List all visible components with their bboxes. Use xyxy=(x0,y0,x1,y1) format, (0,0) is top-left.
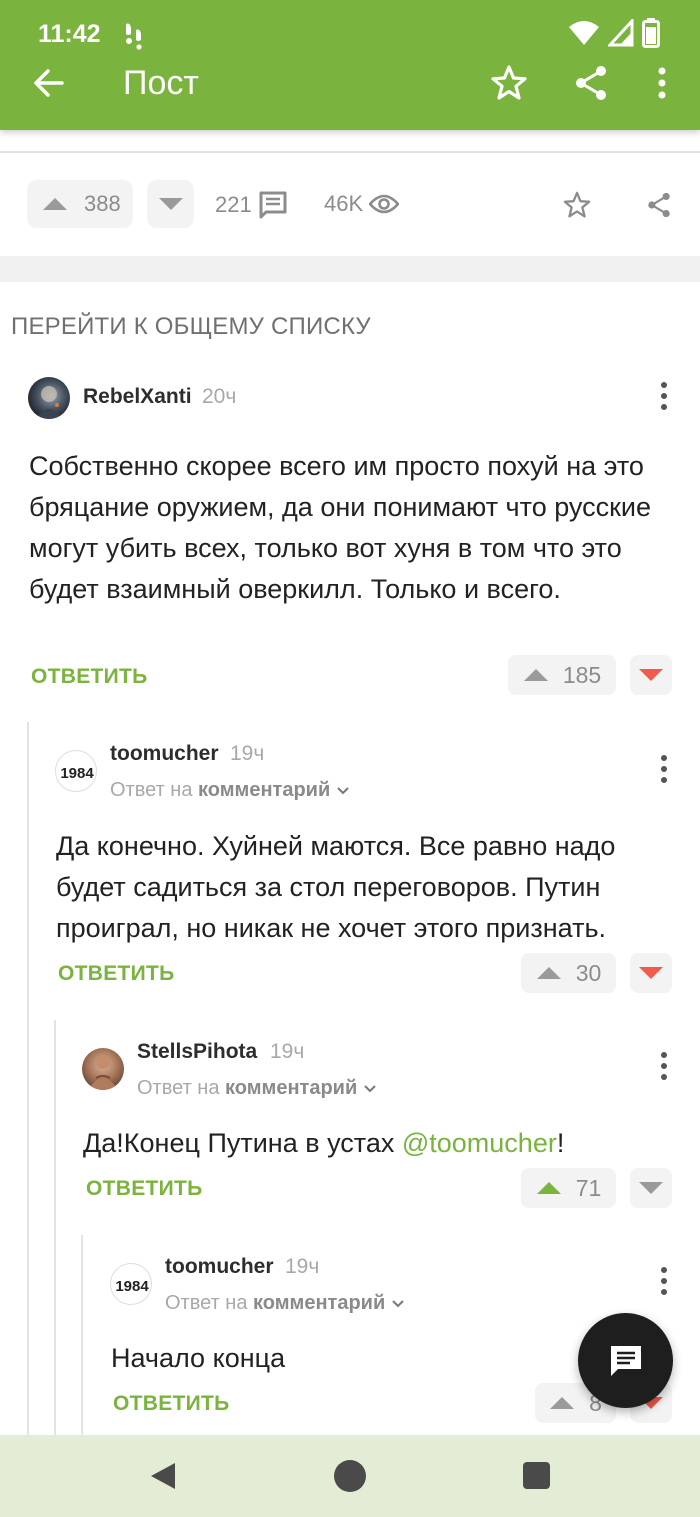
comment-username[interactable]: RebelXanti xyxy=(83,385,192,409)
comment-username[interactable]: toomucher xyxy=(165,1255,274,1279)
downvote-arrow-icon xyxy=(639,1182,663,1194)
comment-vote-count: 185 xyxy=(562,661,602,688)
chevron-down-icon xyxy=(364,1085,376,1093)
comment-downvote-button[interactable] xyxy=(630,655,672,695)
downvote-arrow-icon xyxy=(639,967,663,979)
reply-button[interactable]: ОТВЕТИТЬ xyxy=(58,962,175,986)
reply-to-prefix: Ответ на xyxy=(137,1077,220,1099)
post-downvote-button[interactable] xyxy=(147,180,194,228)
comment-more-icon[interactable] xyxy=(654,380,674,412)
comment-upvote-button[interactable]: 185 xyxy=(508,655,616,695)
reply-to-target: комментарий xyxy=(198,779,331,801)
views-number: 46K xyxy=(324,191,364,216)
nav-recents-icon[interactable] xyxy=(523,1462,550,1489)
reply-button[interactable]: ОТВЕТИТЬ xyxy=(113,1392,230,1416)
reply-to-link[interactable]: Ответ на комментарий xyxy=(137,1077,377,1100)
downvote-arrow-icon xyxy=(158,198,183,210)
comment-time: 19ч xyxy=(270,1040,305,1063)
favorite-star-icon[interactable] xyxy=(561,189,593,221)
reply-to-link[interactable]: Ответ на комментарий xyxy=(110,779,350,802)
share-icon[interactable] xyxy=(570,62,612,104)
status-time: 11:42 xyxy=(38,20,101,48)
top-app-bar: 11:42 Пост xyxy=(0,0,700,130)
comment-vote-count: 30 xyxy=(575,959,602,986)
thread-line xyxy=(27,722,29,1435)
page-title: Пост xyxy=(123,64,199,102)
nav-home-icon[interactable] xyxy=(334,1460,366,1492)
comments-count-button[interactable]: 221 xyxy=(215,191,288,219)
comment-text: Да конечно. Хуйней маются. Все равно над… xyxy=(56,831,616,943)
avatar[interactable]: 1984 xyxy=(110,1263,152,1305)
comment-time: 20ч xyxy=(202,385,237,408)
comment-more-icon[interactable] xyxy=(654,1265,674,1297)
comment-username[interactable]: StellsPihota xyxy=(137,1040,257,1064)
comment-text: Да!Конец Путина в устах @toomucher! xyxy=(83,1123,683,1164)
comment-time: 19ч xyxy=(230,742,265,765)
avatar-image xyxy=(36,386,62,419)
comment-username[interactable]: toomucher xyxy=(110,742,219,766)
post-share-icon[interactable] xyxy=(644,189,674,221)
chevron-down-icon xyxy=(337,787,349,795)
upvote-arrow-icon xyxy=(536,1182,561,1194)
star-icon[interactable] xyxy=(488,62,530,104)
reply-to-target: комментарий xyxy=(225,1077,358,1099)
system-nav-bar xyxy=(0,1435,700,1517)
upvote-arrow-icon xyxy=(536,967,561,979)
avatar-1984-text: 1984 xyxy=(60,765,94,782)
nav-back-icon[interactable] xyxy=(148,1461,178,1491)
back-arrow-icon[interactable] xyxy=(28,62,70,104)
post-stats-bar: 388 221 46K xyxy=(0,153,700,256)
goto-all-comments-link[interactable]: ПЕРЕЙТИ К ОБЩЕМУ СПИСКУ xyxy=(11,313,371,341)
reply-to-link[interactable]: Ответ на комментарий xyxy=(165,1292,405,1315)
notification-icon xyxy=(126,23,142,50)
battery-icon xyxy=(642,18,660,48)
comment-text: Собственно скорее всего им просто похуй … xyxy=(29,451,652,604)
comment-downvote-button[interactable] xyxy=(630,953,672,993)
upvote-arrow-icon xyxy=(523,669,548,681)
upvote-arrow-icon xyxy=(550,1397,575,1409)
views-count: 46K xyxy=(324,191,400,217)
more-vert-icon[interactable] xyxy=(648,62,676,104)
post-upvote-count: 388 xyxy=(84,191,121,216)
comment-text-before: Да!Конец Путина в устах xyxy=(83,1128,402,1158)
downvote-arrow-icon xyxy=(639,669,663,681)
comment-vote-count: 71 xyxy=(575,1174,602,1201)
avatar-image: 1984 xyxy=(60,765,94,782)
thread-line xyxy=(81,1235,83,1435)
eye-icon xyxy=(369,194,400,214)
signal-icon xyxy=(608,19,634,47)
upvote-arrow-icon xyxy=(43,198,67,210)
chevron-down-icon xyxy=(392,1300,404,1308)
comment-downvote-button[interactable] xyxy=(630,1168,672,1208)
comments-count: 221 xyxy=(215,192,252,217)
comment-text: Начало конца xyxy=(111,1343,286,1373)
avatar[interactable] xyxy=(28,377,70,419)
wifi-icon xyxy=(569,21,599,45)
section-separator xyxy=(0,256,700,282)
user-mention-link[interactable]: @toomucher xyxy=(402,1128,557,1158)
avatar-image xyxy=(88,1055,118,1090)
post-upvote-button[interactable]: 388 xyxy=(27,180,133,228)
status-icons xyxy=(568,18,660,48)
comment-icon xyxy=(259,191,287,219)
comment-more-icon[interactable] xyxy=(654,753,674,785)
avatar-1984-text: 1984 xyxy=(115,1278,149,1295)
reply-to-prefix: Ответ на xyxy=(165,1292,248,1314)
reply-button[interactable]: ОТВЕТИТЬ xyxy=(86,1177,203,1201)
thread-line xyxy=(54,1020,56,1435)
comment-upvote-button[interactable]: 30 xyxy=(521,953,616,993)
comment-upvote-button[interactable]: 71 xyxy=(521,1168,616,1208)
chat-icon xyxy=(610,1345,641,1376)
reply-to-prefix: Ответ на xyxy=(110,779,193,801)
comment-more-icon[interactable] xyxy=(654,1050,674,1082)
comment-time: 19ч xyxy=(285,1255,320,1278)
reply-button[interactable]: ОТВЕТИТЬ xyxy=(31,665,148,689)
comment-text-after: ! xyxy=(556,1128,565,1158)
reply-to-target: комментарий xyxy=(253,1292,386,1314)
avatar[interactable]: 1984 xyxy=(55,750,97,792)
write-comment-fab[interactable] xyxy=(578,1313,673,1408)
avatar[interactable] xyxy=(82,1048,124,1090)
avatar-image: 1984 xyxy=(115,1278,149,1295)
